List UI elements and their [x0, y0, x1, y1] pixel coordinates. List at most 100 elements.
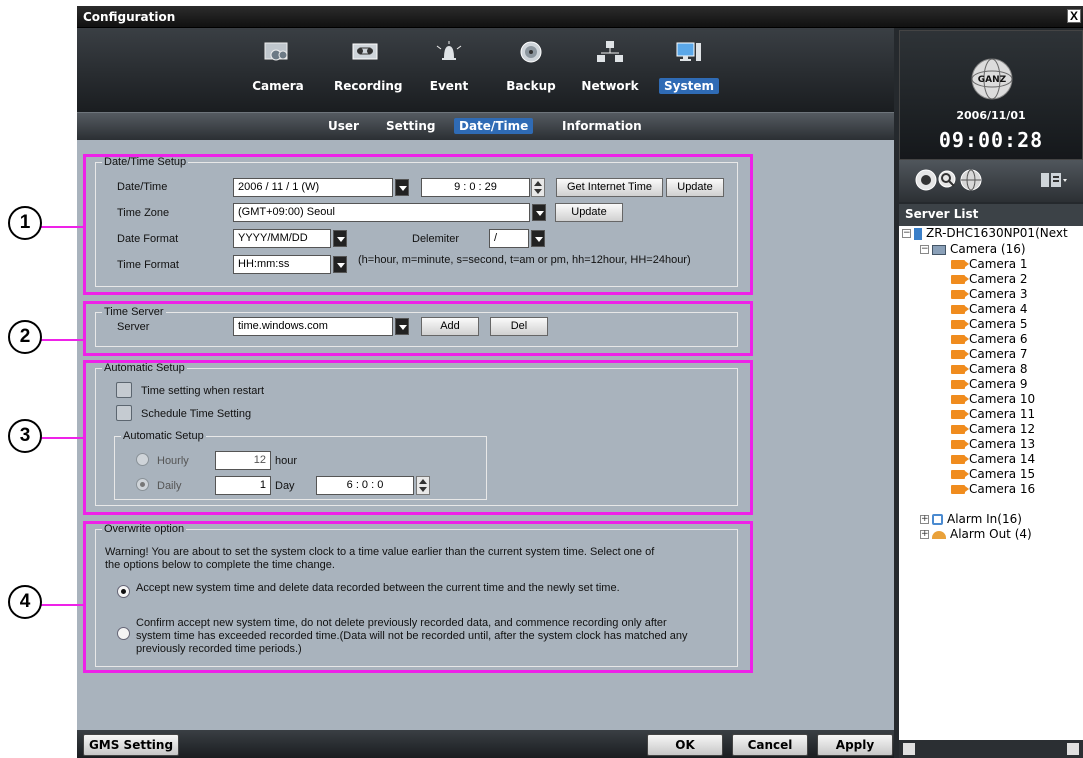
camera-icon [951, 470, 965, 479]
tree-camera-label: Camera 10 [969, 392, 1036, 406]
gms-setting-button[interactable]: GMS Setting [83, 734, 179, 756]
live-view-icon[interactable] [915, 169, 937, 191]
get-internet-time-button[interactable]: Get Internet Time [556, 178, 663, 197]
date-format-dropdown-button[interactable] [333, 230, 347, 247]
callout-leader-3 [40, 437, 85, 439]
tree-camera-item[interactable]: Camera 6 [951, 332, 1028, 347]
hourly-radio[interactable] [136, 453, 149, 466]
tree-camera-item[interactable]: Camera 7 [951, 347, 1028, 362]
hourly-field[interactable]: 12 [215, 451, 271, 470]
server-tree: − ZR-DHC1630NP01(Next − Camera (16) Camera… [899, 226, 1083, 740]
tree-alarm-out[interactable]: + Alarm Out (4) [920, 527, 1032, 542]
restart-checkbox[interactable] [116, 382, 132, 398]
nav-backup[interactable]: Backup [495, 36, 567, 106]
cancel-button[interactable]: Cancel [732, 734, 808, 756]
tree-camera-label: Camera 3 [969, 287, 1028, 301]
nav-system[interactable]: System [653, 36, 725, 106]
tree-camera-item[interactable]: Camera 4 [951, 302, 1028, 317]
tree-camera-label: Camera 8 [969, 362, 1028, 376]
ok-button[interactable]: OK [647, 734, 723, 756]
camera-icon [951, 290, 965, 299]
tree-alarm-in[interactable]: + Alarm In(16) [920, 512, 1022, 527]
tree-camera-item[interactable]: Camera 16 [951, 482, 1035, 497]
timezone-field[interactable]: (GMT+09:00) Seoul [233, 203, 530, 222]
ganz-logo-text: GANZ [978, 75, 1007, 85]
expand-icon[interactable]: + [920, 515, 929, 524]
search-icon[interactable] [937, 169, 959, 191]
nav-camera[interactable]: Camera [242, 36, 314, 106]
expand-icon[interactable]: + [920, 530, 929, 539]
event-icon [436, 41, 462, 60]
overwrite-option2-radio[interactable] [117, 627, 130, 640]
date-format-field[interactable]: YYYY/MM/DD [233, 229, 331, 248]
globe-icon[interactable] [959, 169, 983, 191]
backup-icon [520, 41, 542, 63]
close-button[interactable]: X [1067, 9, 1081, 23]
server-field[interactable]: time.windows.com [233, 317, 393, 336]
hourly-unit: hour [275, 455, 298, 467]
tree-horizontal-scrollbar[interactable] [899, 740, 1083, 758]
timezone-dropdown-button[interactable] [532, 204, 546, 221]
tree-camera-item[interactable]: Camera 13 [951, 437, 1035, 452]
callout-3: 3 [8, 419, 42, 453]
daily-field[interactable]: 1 [215, 476, 271, 495]
subtab-information[interactable]: Information [557, 118, 647, 134]
nav-recording[interactable]: Recording [329, 36, 403, 106]
camera-icon [951, 320, 965, 329]
apply-button[interactable]: Apply [817, 734, 893, 756]
nav-event[interactable]: Event [413, 36, 485, 106]
tree-camera-item[interactable]: Camera 11 [951, 407, 1035, 422]
nav-network[interactable]: Network [574, 36, 646, 106]
overwrite-option1-radio[interactable] [117, 585, 130, 598]
view-toolbar [899, 160, 1083, 202]
time-format-field[interactable]: HH:mm:ss [233, 255, 331, 274]
time-spinner[interactable] [531, 178, 545, 197]
collapse-icon[interactable]: − [920, 245, 929, 254]
daily-time-field[interactable]: 6 : 0 : 0 [316, 476, 414, 495]
delimiter-field[interactable]: / [489, 229, 529, 248]
subtab-user[interactable]: User [323, 118, 364, 134]
time-field[interactable]: 9 : 0 : 29 [421, 178, 530, 197]
date-field[interactable]: 2006 / 11 / 1 (W) [233, 178, 393, 197]
automatic-setup-inner-title: Automatic Setup [121, 430, 206, 442]
tree-camera-group[interactable]: − Camera (16) [920, 242, 1026, 257]
camera-icon [951, 425, 965, 434]
tree-camera-label: Camera 16 [969, 482, 1036, 496]
camera-icon [951, 380, 965, 389]
daily-label: Daily [157, 480, 182, 492]
title-bar: Configuration X [77, 6, 1083, 28]
daily-radio[interactable] [136, 478, 149, 491]
tree-camera-label: Camera 5 [969, 317, 1028, 331]
tree-camera-item[interactable]: Camera 9 [951, 377, 1028, 392]
tree-camera-item[interactable]: Camera 10 [951, 392, 1035, 407]
hourly-label: Hourly [157, 455, 189, 467]
delete-server-button[interactable]: Del [490, 317, 548, 336]
tree-camera-item[interactable]: Camera 12 [951, 422, 1035, 437]
tree-root[interactable]: − ZR-DHC1630NP01(Next [902, 226, 1068, 241]
datetime-update-button[interactable]: Update [666, 178, 724, 197]
delimiter-dropdown-button[interactable] [531, 230, 545, 247]
tree-camera-item[interactable]: Camera 8 [951, 362, 1028, 377]
subtab-datetime[interactable]: Date/Time [454, 118, 534, 134]
tree-camera-item[interactable]: Camera 15 [951, 467, 1035, 482]
server-dropdown-button[interactable] [395, 318, 409, 335]
schedule-checkbox[interactable] [116, 405, 132, 421]
time-format-dropdown-button[interactable] [333, 256, 347, 273]
daily-time-spinner[interactable] [416, 476, 430, 495]
tree-camera-item[interactable]: Camera 3 [951, 287, 1028, 302]
date-format-label: Date Format [117, 233, 179, 245]
tree-camera-item[interactable]: Camera 14 [951, 452, 1035, 467]
scroll-right-icon[interactable] [1067, 743, 1079, 755]
date-dropdown-button[interactable] [395, 179, 409, 196]
tree-root-label: ZR-DHC1630NP01(Next [926, 226, 1068, 240]
collapse-icon[interactable]: − [902, 229, 911, 238]
subtab-setting[interactable]: Setting [381, 118, 441, 134]
device-menu-icon[interactable] [1039, 169, 1069, 191]
tree-camera-item[interactable]: Camera 1 [951, 257, 1028, 272]
camera-icon [951, 335, 965, 344]
add-server-button[interactable]: Add [421, 317, 479, 336]
timezone-update-button[interactable]: Update [555, 203, 623, 222]
scroll-left-icon[interactable] [903, 743, 915, 755]
tree-camera-item[interactable]: Camera 5 [951, 317, 1028, 332]
tree-camera-item[interactable]: Camera 2 [951, 272, 1028, 287]
